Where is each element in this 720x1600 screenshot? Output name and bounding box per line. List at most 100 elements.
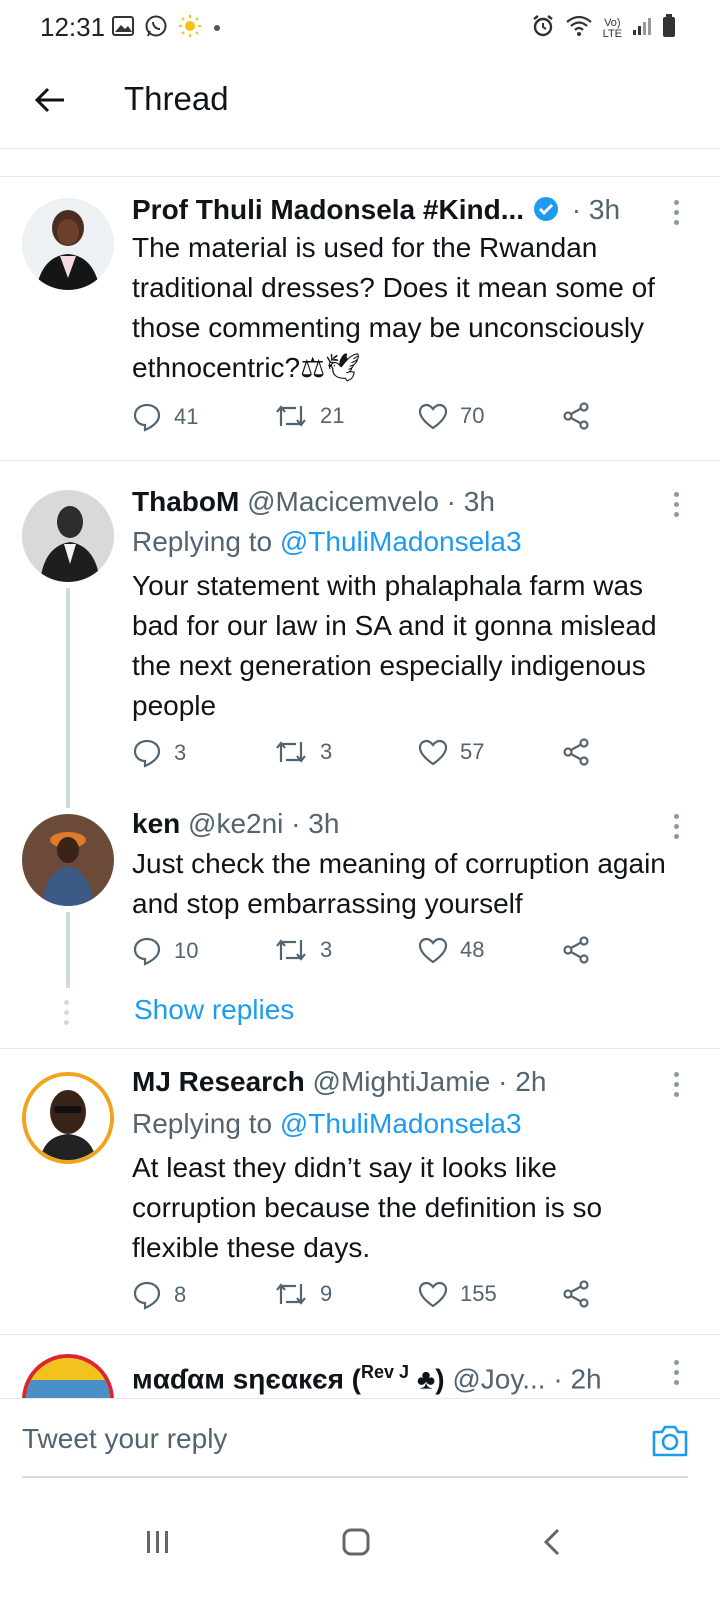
share-icon <box>563 402 589 430</box>
reply-button[interactable]: 8 <box>132 1280 186 1310</box>
more-options-icon[interactable] <box>666 1356 686 1392</box>
camera-icon <box>652 1425 688 1457</box>
reply-button[interactable]: 41 <box>132 402 198 432</box>
user-handle[interactable]: @ke2ni <box>188 808 283 839</box>
display-name[interactable]: ThaboM <box>132 486 239 517</box>
tweet[interactable]: MJ Research @MightiJamie · 2h Replying t… <box>0 1050 720 1334</box>
retweet-button[interactable]: 3 <box>274 936 332 964</box>
separator-dot: · <box>283 808 309 839</box>
share-icon <box>563 936 589 964</box>
heart-icon <box>418 1281 448 1308</box>
display-name-suffix: ♣) <box>409 1363 445 1395</box>
reply-icon <box>133 937 161 966</box>
tweet-time[interactable]: 2h <box>570 1363 601 1394</box>
system-nav-bar <box>0 1488 720 1600</box>
tweet-time[interactable]: 3h <box>308 808 339 839</box>
display-name[interactable]: мαɗαм ѕηєαкєя ( <box>132 1363 361 1394</box>
reply-count: 10 <box>174 938 199 963</box>
tweet-text: At least they didn’t say it looks like c… <box>132 1152 603 1263</box>
retweet-button[interactable]: 3 <box>274 738 332 766</box>
retweet-count: 21 <box>320 403 345 428</box>
replying-to-mention[interactable]: @ThuliMadonsela3 <box>280 1108 522 1139</box>
more-options-icon[interactable] <box>666 196 686 232</box>
share-button[interactable] <box>562 936 590 964</box>
avatar[interactable] <box>22 1072 114 1164</box>
user-handle[interactable]: @Macicemvelo <box>247 486 439 517</box>
share-button[interactable] <box>562 1280 590 1308</box>
retweet-icon <box>276 1283 306 1305</box>
display-name[interactable]: ken <box>132 808 180 839</box>
retweet-icon <box>276 741 306 763</box>
user-handle[interactable]: @Joy... <box>452 1363 545 1394</box>
retweet-count: 3 <box>320 937 333 962</box>
tweet[interactable]: ThaboM @Macicemvelo · 3h Replying to @Th… <box>0 462 720 792</box>
reply-button[interactable]: 10 <box>132 936 198 966</box>
back-icon <box>543 1528 560 1556</box>
heart-icon <box>418 739 448 766</box>
page-title: Thread <box>124 80 229 117</box>
retweet-button[interactable]: 9 <box>274 1280 332 1308</box>
more-options-icon[interactable] <box>666 488 686 524</box>
tweet-header: ken @ke2ni · 3h <box>132 806 660 842</box>
separator-dot: · <box>545 1363 571 1395</box>
replying-to: Replying to @ThuliMadonsela3 <box>132 1106 522 1142</box>
tweet[interactable]: ken @ke2ni · 3h Just check the meaning o… <box>0 792 720 1052</box>
more-options-icon[interactable] <box>666 1068 686 1104</box>
tweet[interactable]: мαɗαм ѕηєαкєя (Rev J ♣) @Joy... · 2h <box>0 1336 720 1398</box>
tweet-divider <box>0 460 720 461</box>
share-button[interactable] <box>562 738 590 766</box>
whatsapp-icon <box>144 14 168 43</box>
reply-input-underline <box>22 1476 688 1478</box>
display-name[interactable]: MJ Research <box>132 1066 305 1097</box>
recent-apps-button[interactable] <box>128 1512 188 1572</box>
tweet-time[interactable]: 2h <box>515 1066 546 1097</box>
replying-to: Replying to @ThuliMadonsela3 <box>132 524 522 560</box>
reply-bar: Tweet your reply <box>0 1398 720 1485</box>
heart-icon <box>418 937 448 964</box>
tweet-text: The material is used for the Rwandan tra… <box>132 232 655 383</box>
tweet-actions: 3 3 57 <box>132 738 602 778</box>
like-button[interactable]: 57 <box>418 738 484 766</box>
thread-connector-line <box>66 588 70 808</box>
camera-button[interactable] <box>650 1423 690 1459</box>
like-count: 70 <box>460 403 485 428</box>
user-handle[interactable]: @MightiJamie <box>313 1066 491 1097</box>
tweet-time[interactable]: 3h <box>464 486 495 517</box>
reply-icon <box>133 739 161 768</box>
replying-to-mention[interactable]: @ThuliMadonsela3 <box>280 526 522 557</box>
back-button[interactable] <box>28 78 72 122</box>
tweet-time[interactable]: 3h <box>589 194 620 225</box>
app-header: Thread <box>0 56 720 149</box>
show-replies-link[interactable]: Show replies <box>134 994 294 1026</box>
like-count: 155 <box>460 1281 497 1306</box>
tweet[interactable]: Prof Thuli Madonsela #Kind... · 3h The m… <box>0 178 720 460</box>
display-name[interactable]: Prof Thuli Madonsela #Kind... <box>132 194 524 225</box>
retweet-icon <box>276 405 306 427</box>
avatar[interactable] <box>22 490 114 582</box>
back-nav-button[interactable] <box>522 1512 582 1572</box>
volte-icon: Vo) LTE <box>603 17 622 40</box>
home-button[interactable] <box>326 1512 386 1572</box>
like-count: 57 <box>460 739 485 764</box>
more-options-icon[interactable] <box>666 810 686 846</box>
like-button[interactable]: 70 <box>418 402 484 430</box>
like-button[interactable]: 48 <box>418 936 484 964</box>
share-button[interactable] <box>562 402 590 430</box>
tweet-header: MJ Research @MightiJamie · 2h <box>132 1064 660 1100</box>
tweet-header: мαɗαм ѕηєαкєя (Rev J ♣) @Joy... · 2h <box>132 1354 660 1397</box>
avatar[interactable] <box>22 814 114 906</box>
display-name-superscript: Rev J <box>361 1362 410 1382</box>
like-button[interactable]: 155 <box>418 1280 497 1308</box>
retweet-button[interactable]: 21 <box>274 402 344 430</box>
status-right-icons: Vo) LTE <box>531 14 676 43</box>
avatar[interactable] <box>22 1354 114 1398</box>
heart-icon <box>418 403 448 430</box>
reply-input[interactable]: Tweet your reply <box>22 1423 227 1455</box>
tweet-text: Your statement with phalaphala farm was … <box>132 570 657 721</box>
avatar[interactable] <box>22 198 114 290</box>
dot-icon <box>212 20 222 38</box>
status-left-icons <box>112 14 222 43</box>
replying-to-label: Replying to <box>132 526 273 557</box>
verified-badge-icon <box>532 195 560 232</box>
reply-button[interactable]: 3 <box>132 738 186 768</box>
